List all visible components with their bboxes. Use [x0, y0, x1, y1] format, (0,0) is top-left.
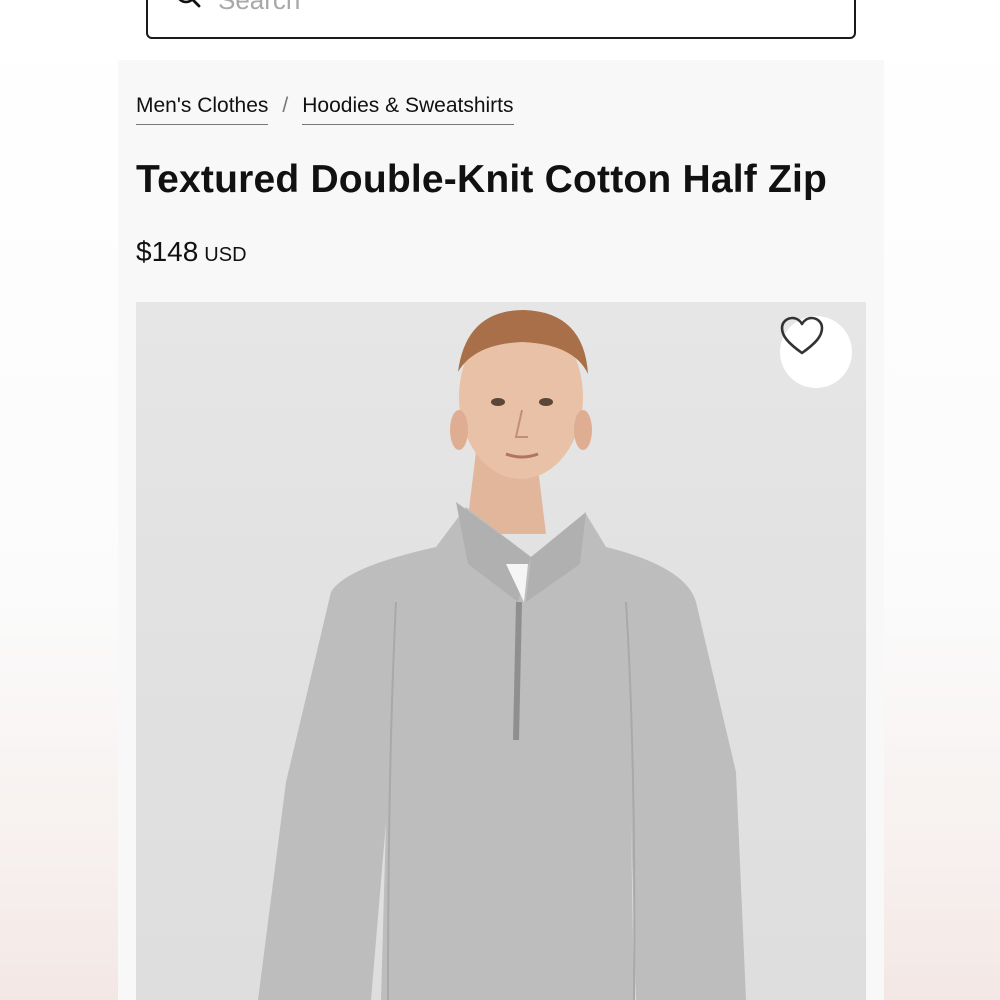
- right-backdrop: [884, 0, 1000, 1000]
- breadcrumb-hoodies-sweatshirts[interactable]: Hoodies & Sweatshirts: [302, 94, 514, 125]
- breadcrumb: Men's Clothes / Hoodies & Sweatshirts: [136, 94, 514, 128]
- wishlist-button[interactable]: [780, 316, 852, 388]
- product-price: $148 USD: [136, 236, 247, 268]
- search-icon[interactable]: [176, 0, 202, 12]
- price-currency: USD: [204, 244, 247, 266]
- left-backdrop: [0, 0, 118, 1000]
- product-page: Men's Clothes / Hoodies & Sweatshirts Te…: [118, 0, 884, 1000]
- price-amount: $148: [136, 236, 199, 267]
- product-title: Textured Double-Knit Cotton Half Zip: [136, 158, 828, 201]
- breadcrumb-mens-clothes[interactable]: Men's Clothes: [136, 94, 269, 125]
- product-image[interactable]: [136, 302, 866, 1000]
- breadcrumb-separator: /: [282, 94, 289, 117]
- search-input[interactable]: [218, 0, 778, 18]
- search-box[interactable]: [146, 0, 856, 39]
- search-header: [118, 0, 884, 60]
- model-illustration: [258, 310, 746, 1000]
